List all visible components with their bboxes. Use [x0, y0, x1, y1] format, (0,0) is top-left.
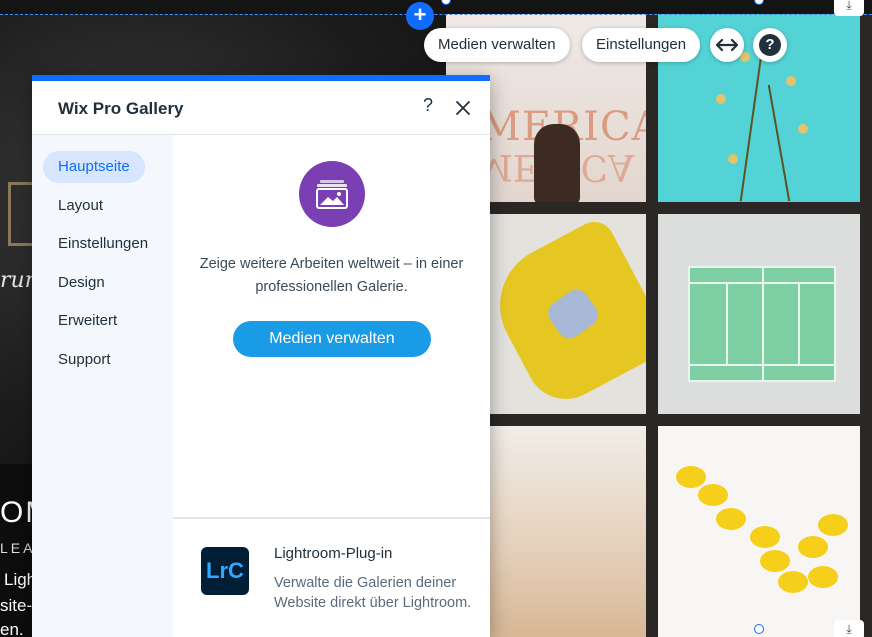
flower-stem — [767, 84, 791, 202]
manage-media-primary-button[interactable]: Medien verwalten — [233, 321, 431, 357]
court-line — [690, 364, 834, 366]
selection-outline — [0, 14, 872, 15]
lemon — [818, 514, 848, 536]
court-line — [690, 282, 834, 284]
lemon — [778, 571, 808, 593]
flower — [798, 124, 808, 134]
flower — [728, 154, 738, 164]
panel-help-button[interactable]: ? — [418, 95, 438, 116]
lightroom-description: Verwalte die Galerien deiner Website dir… — [274, 575, 472, 611]
lemon — [760, 550, 790, 572]
lightroom-title[interactable]: Lightroom-Plug-in — [274, 545, 392, 562]
sidebar-item-einstellungen[interactable]: Einstellungen — [43, 228, 163, 260]
site-body-text: en. — [0, 620, 24, 637]
download-icon: ⤓ — [846, 0, 852, 12]
panel-main: Zeige weitere Arbeiten weltweit – in ein… — [173, 135, 490, 637]
add-element-button[interactable]: + — [406, 2, 434, 30]
gallery-settings-panel: Wix Pro Gallery ? Hauptseite Layout Eins… — [32, 75, 490, 637]
panel-sidebar: Hauptseite Layout Einstellungen Design E… — [32, 135, 173, 637]
resize-handle[interactable] — [754, 0, 764, 5]
gallery-item-lemons[interactable] — [658, 426, 860, 637]
sidebar-item-support[interactable]: Support — [43, 344, 126, 376]
promo-icon-circle — [299, 161, 365, 227]
flower — [786, 76, 796, 86]
resize-handle[interactable] — [754, 624, 764, 634]
pro-gallery-widget[interactable]: AMERICA AMERICA — [446, 14, 872, 637]
settings-button[interactable]: Einstellungen — [582, 28, 701, 62]
lemon — [698, 484, 728, 506]
gallery-item-tennis-court[interactable] — [658, 214, 860, 414]
panel-header[interactable]: Wix Pro Gallery ? — [32, 81, 490, 135]
horizontal-arrows-icon — [716, 38, 738, 52]
resize-handle[interactable] — [441, 0, 451, 5]
sidebar-item-design[interactable]: Design — [43, 267, 120, 299]
sidebar-item-layout[interactable]: Layout — [43, 190, 118, 222]
lemon — [716, 508, 746, 530]
lemon — [798, 536, 828, 558]
flower — [716, 94, 726, 104]
download-button[interactable]: ⤓ — [834, 0, 864, 16]
sidebar-item-erweitert[interactable]: Erweitert — [43, 305, 132, 337]
lightroom-logo: LrC — [201, 547, 249, 595]
close-icon[interactable] — [452, 97, 474, 119]
person-silhouette — [534, 124, 580, 202]
download-icon: ⤓ — [846, 622, 852, 636]
promo-text: Zeige weitere Arbeiten weltweit – in ein… — [199, 256, 464, 295]
manage-media-button[interactable]: Medien verwalten — [424, 28, 570, 62]
court-line — [798, 282, 800, 366]
court-line — [726, 282, 728, 366]
lemon — [676, 466, 706, 488]
sidebar-item-hauptseite[interactable]: Hauptseite — [43, 151, 145, 183]
help-icon: ? — [759, 34, 781, 56]
download-button[interactable]: ⤓ — [834, 620, 864, 637]
section-divider — [173, 517, 490, 519]
lemon — [808, 566, 838, 588]
panel-title: Wix Pro Gallery — [58, 99, 184, 118]
lemon — [750, 526, 780, 548]
tennis-court — [688, 266, 836, 382]
gallery-image-icon — [316, 180, 348, 209]
stretch-button[interactable] — [710, 28, 744, 62]
help-button[interactable]: ? — [753, 28, 787, 62]
flower-stem — [739, 54, 763, 202]
